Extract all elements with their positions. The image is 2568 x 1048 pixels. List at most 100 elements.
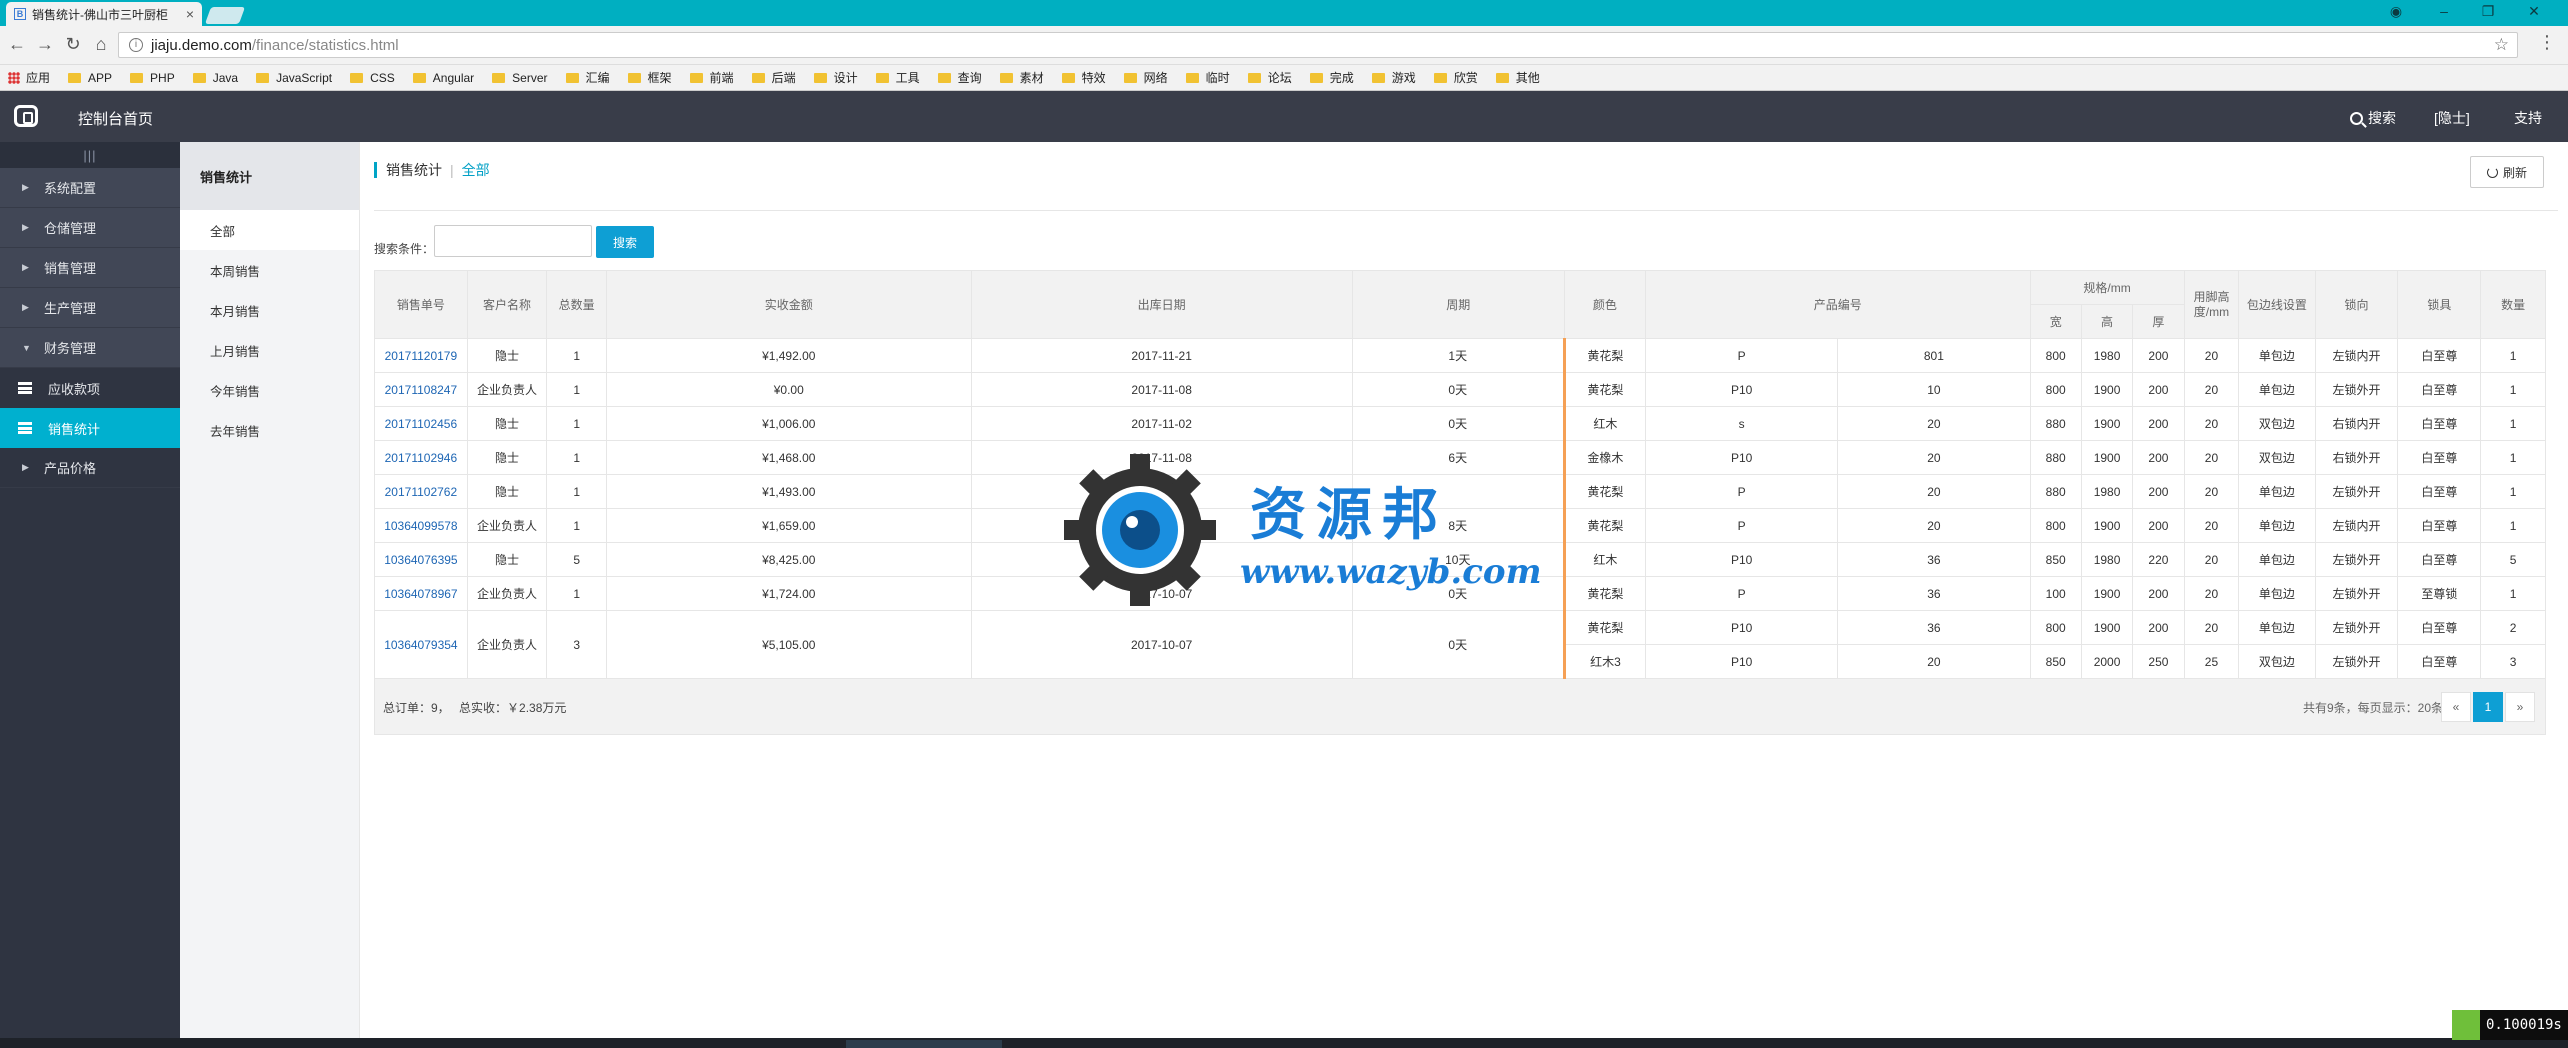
order-no-link[interactable]: 10364079354 xyxy=(374,610,468,679)
refresh-button[interactable]: 刷新 xyxy=(2470,156,2544,188)
bookmark-item[interactable]: 其他 xyxy=(1495,69,1540,86)
browser-tab[interactable]: B 销售统计-佛山市三叶厨柜 × xyxy=(6,2,202,26)
search-button[interactable]: 搜索 xyxy=(596,226,654,258)
product-code2-cell: 36 xyxy=(1837,542,2031,577)
timer-icon xyxy=(2452,1010,2480,1040)
bookmark-item[interactable]: 欣赏 xyxy=(1433,69,1478,86)
bookmark-item[interactable]: 设计 xyxy=(813,69,858,86)
sidebar-subitem-receivables[interactable]: 应收款项 xyxy=(0,368,180,408)
home-icon[interactable]: ⌂ xyxy=(88,34,114,55)
bookmark-item[interactable]: Java xyxy=(192,71,238,85)
cycle-cell: 1天 xyxy=(1351,338,1566,373)
close-icon[interactable]: × xyxy=(186,6,194,22)
bookmark-item[interactable]: 后端 xyxy=(751,69,796,86)
restore-icon[interactable]: ❐ xyxy=(2468,3,2508,20)
breadcrumb-current[interactable]: 全部 xyxy=(462,160,490,180)
subnav-item-last-year[interactable]: 去年销售 xyxy=(180,410,359,450)
bookmark-item[interactable]: 前端 xyxy=(689,69,734,86)
bookmark-item[interactable]: 素材 xyxy=(999,69,1044,86)
bookmark-item[interactable]: 应用 xyxy=(8,69,50,86)
amount-cell: ¥8,425.00 xyxy=(605,542,972,577)
order-no-link[interactable]: 20171120179 xyxy=(374,338,468,373)
sidebar-item-product-price[interactable]: ▶ 产品价格 xyxy=(0,448,180,488)
bookmark-item[interactable]: 游戏 xyxy=(1371,69,1416,86)
order-no-link[interactable]: 10364099578 xyxy=(374,508,468,543)
search-input[interactable] xyxy=(434,225,592,257)
bookmark-label: 查询 xyxy=(957,71,982,85)
minimize-icon[interactable]: – xyxy=(2424,3,2464,19)
url-input[interactable]: i jiaju.demo.com /finance/statistics.htm… xyxy=(118,32,2518,58)
sidebar-item-system-config[interactable]: ▶ 系统配置 xyxy=(0,168,180,208)
window-close-icon[interactable]: ✕ xyxy=(2514,3,2554,20)
bookmark-star-icon[interactable]: ☆ xyxy=(2494,35,2509,55)
sidebar-item-warehouse[interactable]: ▶ 仓储管理 xyxy=(0,208,180,248)
order-no-link[interactable]: 20171102456 xyxy=(374,406,468,441)
prev-page-button[interactable]: « xyxy=(2441,692,2471,722)
subnav-item-last-month[interactable]: 上月销售 xyxy=(180,330,359,370)
subnav-item-this-year[interactable]: 今年销售 xyxy=(180,370,359,410)
bookmark-item[interactable]: APP xyxy=(68,71,112,85)
subnav-item-this-week[interactable]: 本周销售 xyxy=(180,250,359,290)
breadcrumb-separator: | xyxy=(450,162,454,178)
color-cell: 金橡木 xyxy=(1563,440,1647,475)
lock-cell: 白至尊 xyxy=(2397,338,2482,373)
bookmark-item[interactable]: 完成 xyxy=(1309,69,1354,86)
forward-icon[interactable]: → xyxy=(32,34,58,55)
sidebar-item-finance[interactable]: ▼ 财务管理 xyxy=(0,328,180,368)
bookmark-item[interactable]: PHP xyxy=(130,71,175,85)
folder-icon xyxy=(1185,72,1199,83)
color-cell: 黄花梨 xyxy=(1563,576,1647,611)
bookmark-item[interactable]: 框架 xyxy=(627,69,672,86)
new-tab-button[interactable] xyxy=(204,7,246,24)
user-menu[interactable]: [隐士] xyxy=(2434,108,2470,128)
page-1-button[interactable]: 1 xyxy=(2473,692,2503,722)
order-no-link[interactable]: 10364076395 xyxy=(374,542,468,577)
bookmark-label: 临时 xyxy=(1205,71,1230,85)
next-page-button[interactable]: » xyxy=(2505,692,2535,722)
subnav-item-this-month[interactable]: 本月销售 xyxy=(180,290,359,330)
back-icon[interactable]: ← xyxy=(4,34,30,55)
logo-icon[interactable] xyxy=(14,105,38,127)
bookmark-item[interactable]: 临时 xyxy=(1185,69,1230,86)
sidebar-item-sales[interactable]: ▶ 销售管理 xyxy=(0,248,180,288)
bookmark-label: Angular xyxy=(432,70,475,85)
support-link[interactable]: 支持 xyxy=(2514,108,2542,128)
order-no-link[interactable]: 10364078967 xyxy=(374,576,468,611)
folder-icon xyxy=(875,72,889,83)
col-header-total-qty: 总数量 xyxy=(546,270,607,339)
sidebar-item-production[interactable]: ▶ 生产管理 xyxy=(0,288,180,328)
bookmark-item[interactable]: Angular xyxy=(412,70,475,85)
order-no-link[interactable]: 20171108247 xyxy=(374,372,468,407)
customer-cell: 企业负责人 xyxy=(466,372,548,407)
browser-menu-icon[interactable]: ⋮ xyxy=(2538,32,2556,53)
bookmark-item[interactable]: 查询 xyxy=(937,69,982,86)
bookmark-label: 汇编 xyxy=(585,71,610,85)
bookmark-item[interactable]: CSS xyxy=(350,71,395,85)
bookmark-item[interactable]: 特效 xyxy=(1061,69,1106,86)
edge-height-cell: 20 xyxy=(2183,542,2240,577)
product-code-cell: P10 xyxy=(1645,644,1839,679)
sidebar-toggle[interactable]: ||| xyxy=(0,142,180,168)
subnav-item-all[interactable]: 全部 xyxy=(180,210,359,250)
bookmark-item[interactable]: 工具 xyxy=(875,69,920,86)
bookmark-item[interactable]: Server xyxy=(492,70,548,85)
console-home-link[interactable]: 控制台首页 xyxy=(78,108,153,129)
bookmark-label: Server xyxy=(512,70,548,85)
bookmark-item[interactable]: 论坛 xyxy=(1247,69,1292,86)
bookmark-item[interactable]: JavaScript xyxy=(256,71,332,85)
order-no-link[interactable]: 20171102762 xyxy=(374,474,468,509)
bookmark-item[interactable]: 汇编 xyxy=(565,69,610,86)
info-icon[interactable]: i xyxy=(129,38,143,52)
header-search-button[interactable]: 搜索 xyxy=(2350,108,2396,128)
order-no-link[interactable]: 20171102946 xyxy=(374,440,468,475)
bookmark-label: 设计 xyxy=(833,71,858,85)
lock-dir-cell: 左锁外开 xyxy=(2314,542,2399,577)
breadcrumb-item[interactable]: 销售统计 xyxy=(386,160,442,180)
width-cell: 850 xyxy=(2029,644,2082,679)
color-cell: 黄花梨 xyxy=(1563,338,1647,373)
product-code-cell: P10 xyxy=(1645,542,1839,577)
reload-icon[interactable]: ↻ xyxy=(60,34,86,55)
sidebar-subitem-sales-statistics[interactable]: 销售统计 xyxy=(0,408,180,448)
bookmark-item[interactable]: 网络 xyxy=(1123,69,1168,86)
profile-icon[interactable]: ◉ xyxy=(2376,3,2416,20)
